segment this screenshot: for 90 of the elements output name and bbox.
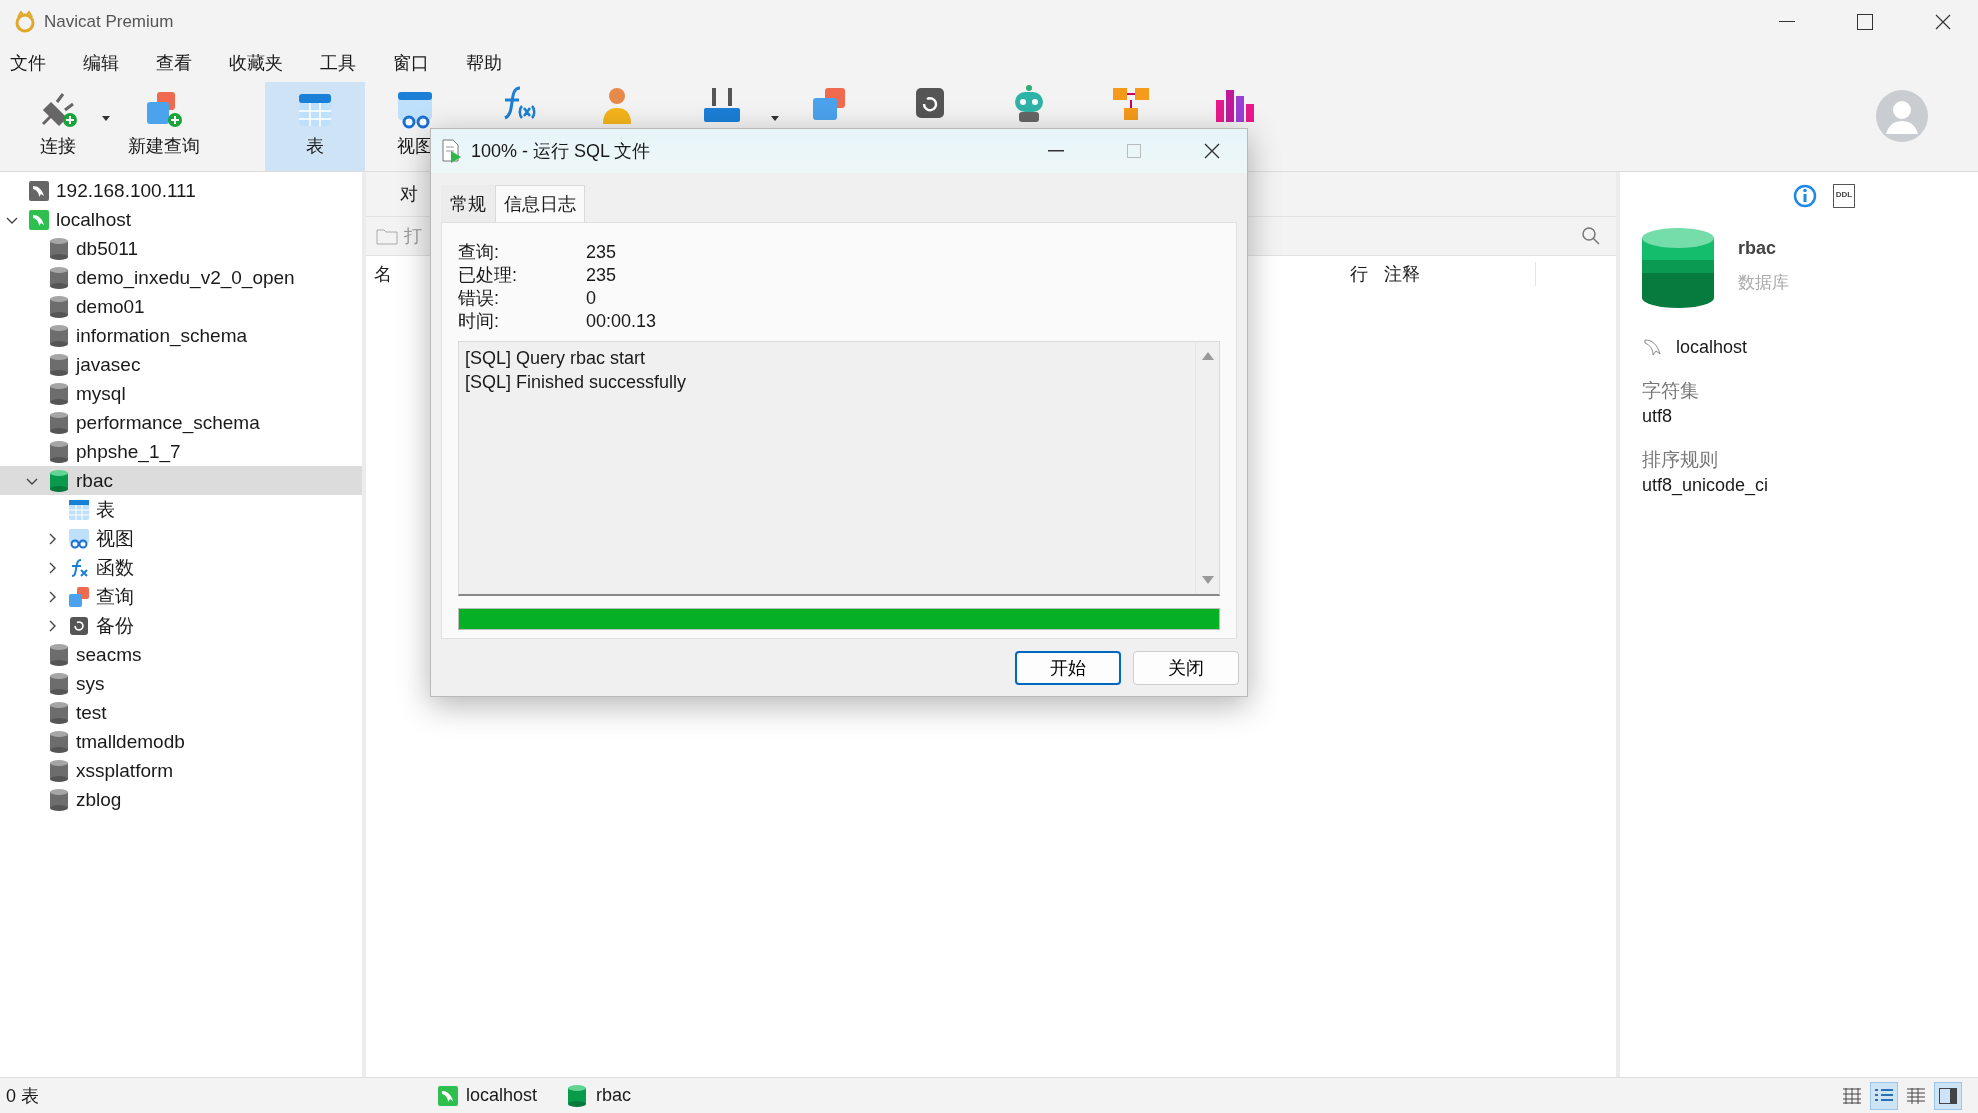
close-button[interactable]: 关闭: [1133, 651, 1239, 685]
tree-item[interactable]: 视图: [0, 524, 362, 553]
stat-label: 时间:: [458, 310, 500, 333]
window-title: Navicat Premium: [44, 12, 175, 32]
tree-item[interactable]: test: [0, 698, 362, 727]
table-icon: [69, 499, 89, 520]
tree-item[interactable]: javasec: [0, 350, 362, 379]
stat-label: 错误:: [458, 287, 500, 310]
tree-item[interactable]: localhost: [0, 205, 362, 234]
tree-item[interactable]: seacms: [0, 640, 362, 669]
folder-icon: [376, 227, 398, 245]
menu-item[interactable]: 窗口: [393, 51, 447, 75]
log-line: [SQL] Finished successfully: [465, 371, 688, 394]
database-icon: [568, 1084, 586, 1107]
view-icon: [69, 528, 89, 549]
panel-icon: [1939, 1087, 1957, 1104]
tree-item[interactable]: zblog: [0, 785, 362, 814]
property-label: 字符集: [1642, 379, 1700, 403]
database-icon: [1642, 228, 1714, 310]
view-mode-button[interactable]: [1934, 1081, 1962, 1110]
tree-item[interactable]: 备份: [0, 611, 362, 640]
objects-tab[interactable]: 对: [400, 182, 418, 206]
stat-label: 查询:: [458, 241, 500, 264]
log-line: [SQL] Query rbac start: [465, 347, 647, 370]
menu-item[interactable]: 文件: [10, 51, 64, 75]
tree-item[interactable]: mysql: [0, 379, 362, 408]
stat-value: 235: [586, 264, 618, 287]
database-name: rbac: [1738, 238, 1778, 259]
menu-item[interactable]: 帮助: [466, 51, 520, 75]
menu-item[interactable]: 查看: [156, 51, 210, 75]
function-icon: [69, 557, 89, 578]
tree-item[interactable]: rbac: [0, 466, 362, 495]
tree-item[interactable]: 查询: [0, 582, 362, 611]
list-view-icon: [1875, 1087, 1893, 1104]
ddl-button[interactable]: DDL: [1832, 184, 1856, 208]
run-file-icon: [441, 139, 463, 163]
toolbar-button[interactable]: 表: [265, 82, 365, 171]
tree-item[interactable]: information_schema: [0, 321, 362, 350]
tree-item[interactable]: 192.168.100.111: [0, 176, 362, 205]
query-icon: [69, 586, 89, 607]
column-header[interactable]: 注释: [1376, 262, 1536, 286]
menu-item[interactable]: 工具: [320, 51, 374, 75]
caret-icon[interactable]: [771, 116, 779, 122]
toolbar-button[interactable]: 连接: [8, 82, 108, 171]
view-icon: [395, 90, 435, 130]
maximize-icon[interactable]: [1857, 14, 1873, 30]
tree-item[interactable]: phpshe_1_7: [0, 437, 362, 466]
dialog-title: 100% - 运行 SQL 文件: [471, 140, 652, 163]
property-value: utf8: [1642, 406, 1674, 427]
column-header[interactable]: 行: [1342, 262, 1376, 286]
stat-value: 0: [586, 287, 597, 310]
detail-view-icon: [1907, 1087, 1925, 1104]
app-logo-icon: [14, 11, 36, 33]
stat-value: 235: [586, 241, 618, 264]
dolphin-icon: [1642, 336, 1664, 358]
connection-name: localhost: [1676, 336, 1748, 358]
object-count: 0 表: [5, 1084, 40, 1108]
tree-item[interactable]: xssplatform: [0, 756, 362, 785]
tree-item[interactable]: db5011: [0, 234, 362, 263]
backup-icon: [69, 615, 89, 636]
toolbar-button[interactable]: 新建查询: [108, 82, 220, 171]
close-icon[interactable]: [1935, 14, 1951, 30]
menu-item[interactable]: 收藏夹: [229, 51, 301, 75]
caret-icon[interactable]: [102, 116, 110, 122]
object-type: 数据库: [1738, 272, 1789, 294]
menu-item[interactable]: 编辑: [83, 51, 137, 75]
minimize-icon[interactable]: [1779, 21, 1795, 23]
maximize-icon: [1127, 144, 1141, 158]
dialog-tab[interactable]: 常规: [441, 185, 495, 222]
start-button[interactable]: 开始: [1015, 651, 1121, 685]
connection-name: localhost: [466, 1085, 538, 1106]
info-icon[interactable]: [1792, 184, 1817, 208]
property-value: utf8_unicode_ci: [1642, 475, 1770, 496]
stat-label: 已处理:: [458, 264, 518, 287]
dolphin-icon: [438, 1085, 458, 1106]
tree-item[interactable]: sys: [0, 669, 362, 698]
database-name: rbac: [596, 1085, 631, 1106]
close-icon[interactable]: [1204, 143, 1220, 159]
search-icon[interactable]: [1582, 227, 1600, 245]
tree-item[interactable]: 函数: [0, 553, 362, 582]
tree-item[interactable]: 表: [0, 495, 362, 524]
property-label: 排序规则: [1642, 448, 1719, 472]
tree-item[interactable]: performance_schema: [0, 408, 362, 437]
grid-view-icon: [1843, 1087, 1861, 1104]
tree-item[interactable]: demo01: [0, 292, 362, 321]
dialog-tab[interactable]: 信息日志: [495, 185, 585, 222]
view-mode-button[interactable]: [1870, 1081, 1898, 1110]
stat-value: 00:00.13: [586, 310, 658, 333]
tree-item[interactable]: demo_inxedu_v2_0_open: [0, 263, 362, 292]
tree-item[interactable]: tmalldemodb: [0, 727, 362, 756]
